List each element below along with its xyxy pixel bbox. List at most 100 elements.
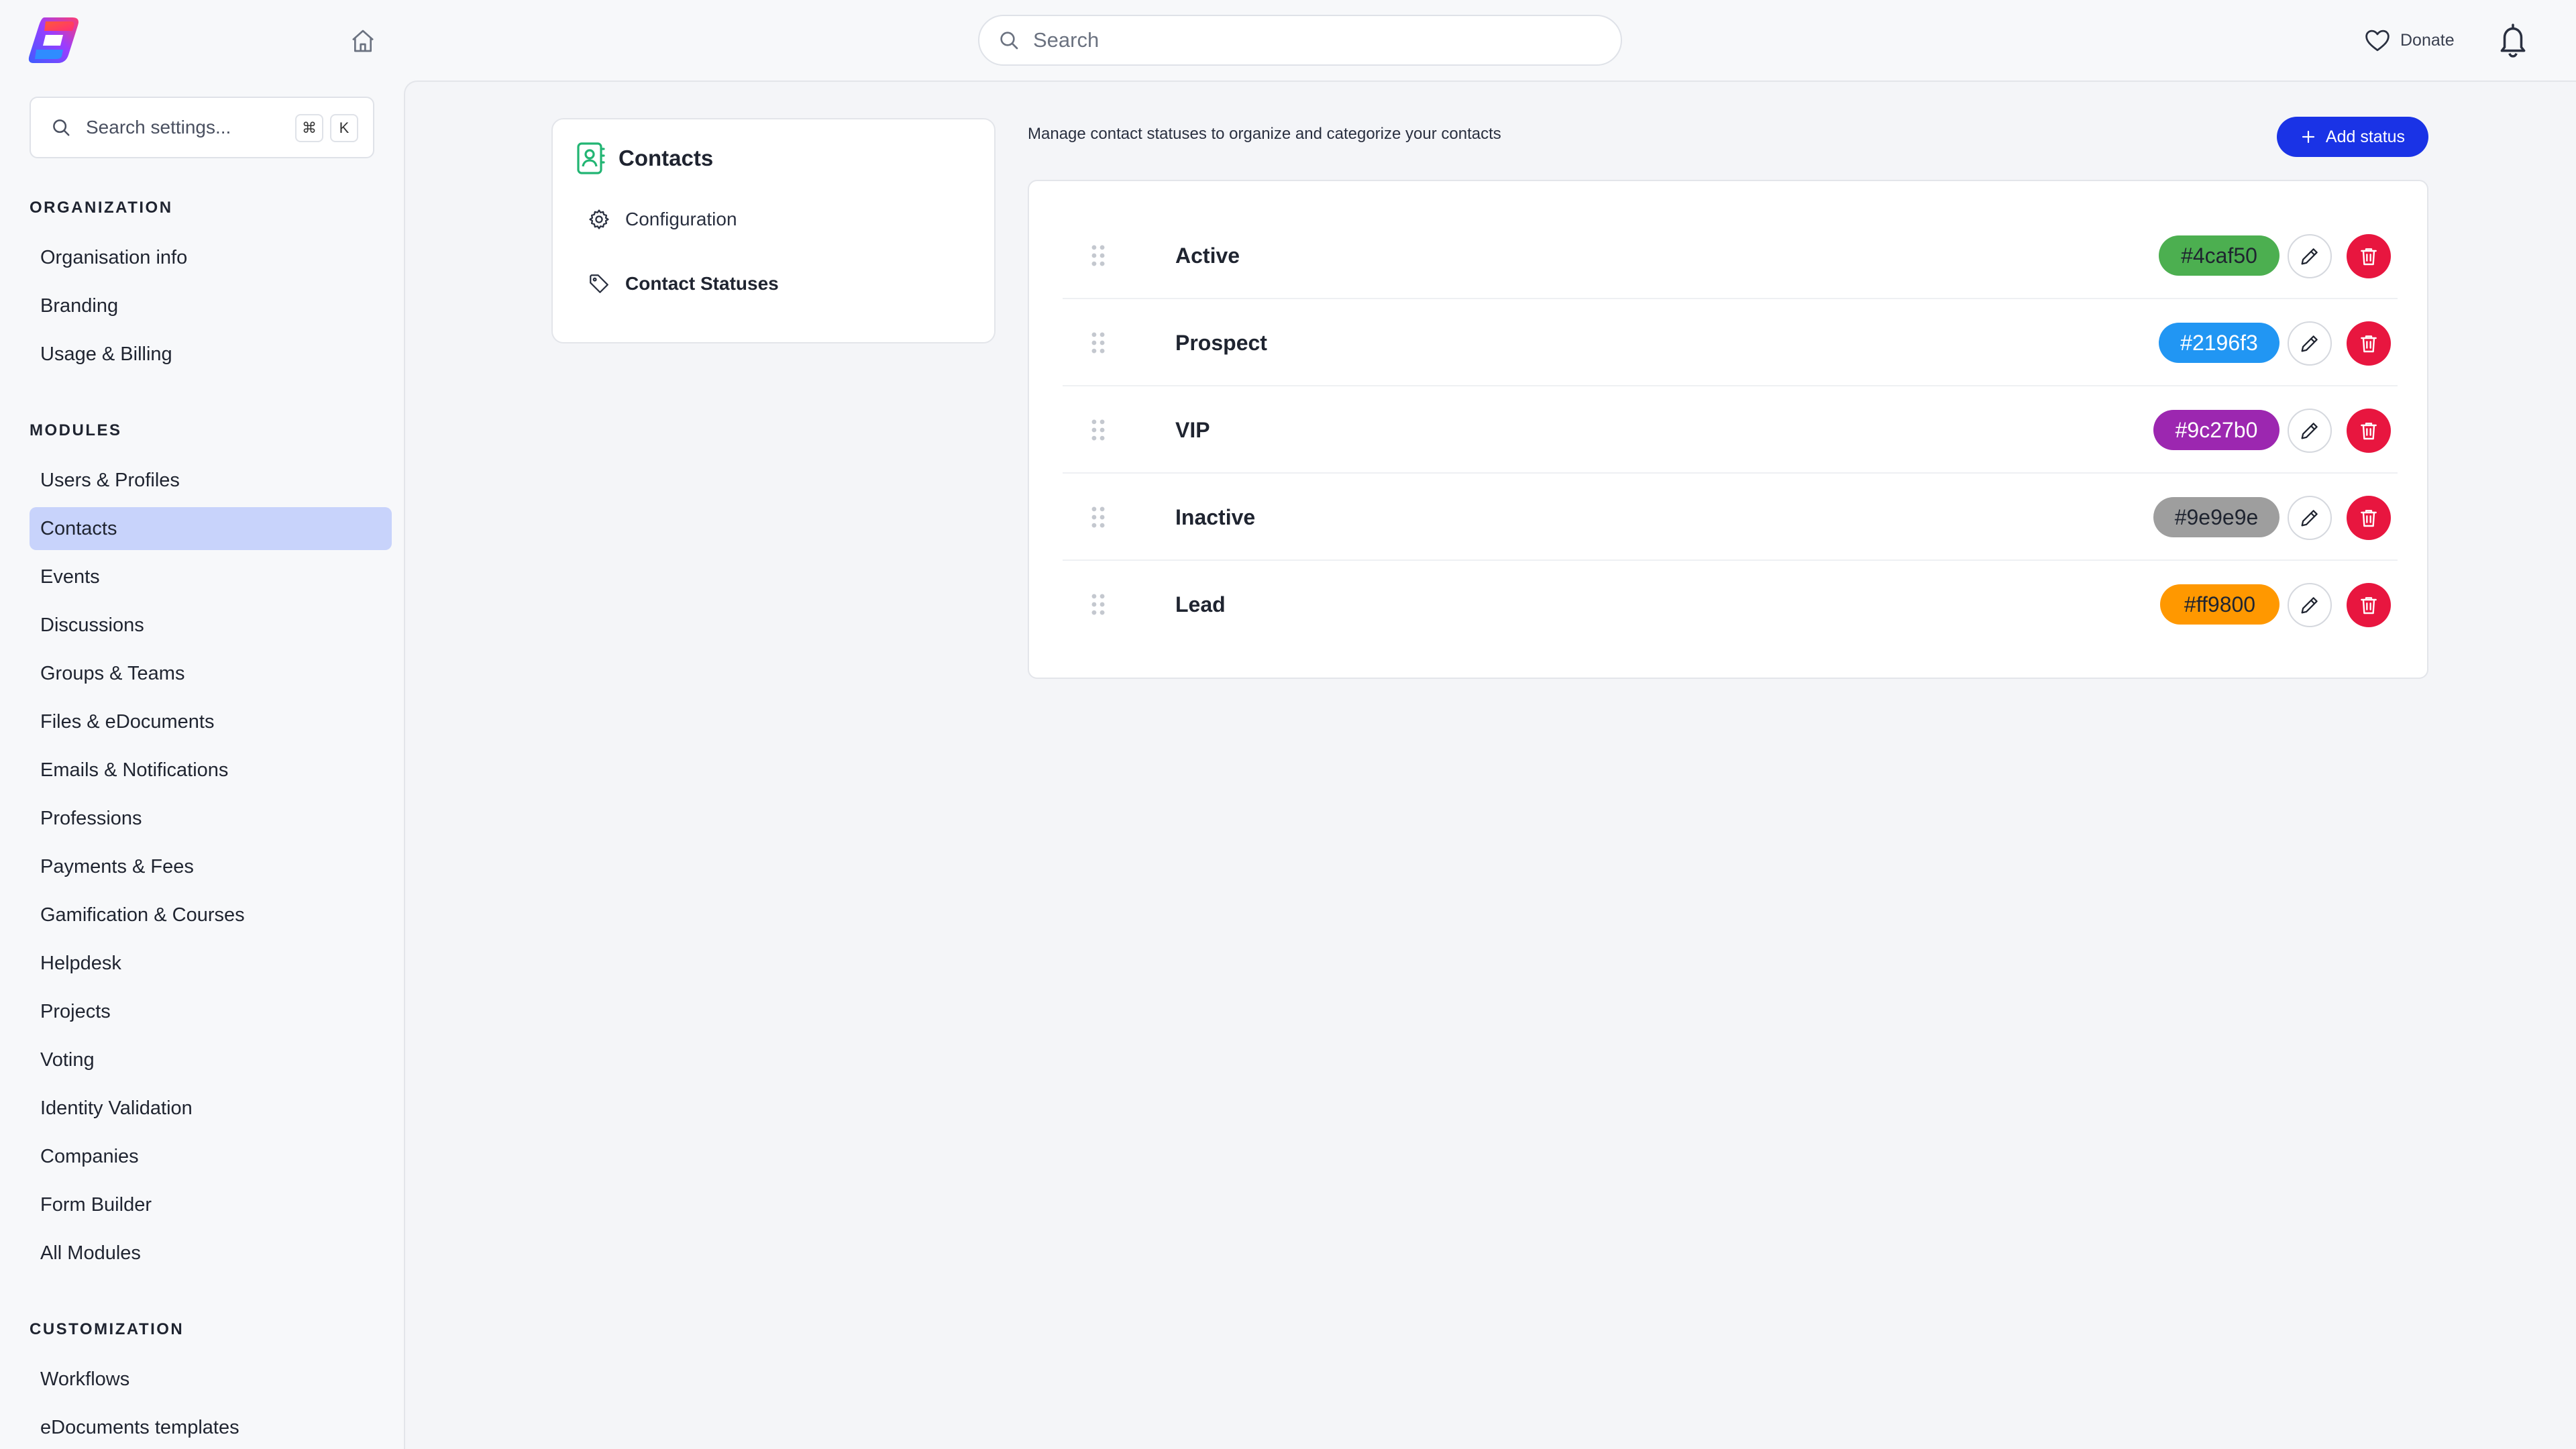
sidebar-item-edocuments-templates[interactable]: eDocuments templates	[30, 1406, 392, 1449]
sidebar-item-identity-validation[interactable]: Identity Validation	[30, 1087, 392, 1130]
subnav-item-label: Configuration	[625, 209, 737, 229]
home-button[interactable]	[346, 24, 380, 58]
bell-icon	[2500, 23, 2526, 58]
status-name: Inactive	[1175, 505, 1256, 529]
status-color-badge: #ff9800	[2160, 584, 2279, 625]
delete-status-button[interactable]	[2347, 496, 2391, 540]
page-description: Manage contact statuses to organize and …	[1028, 125, 1501, 143]
donate-label: Donate	[2400, 30, 2455, 50]
status-row: VIP #9c27b0	[1063, 386, 2398, 474]
heart-icon	[2365, 30, 2390, 52]
status-row: Lead #ff9800	[1063, 561, 2398, 648]
section-title-modules: MODULES	[30, 421, 122, 439]
trash-icon	[2361, 335, 2377, 353]
contacts-book-icon	[577, 142, 605, 174]
status-list-card: Active #4caf50 Prospect #2196f3 VIP #9c2…	[1028, 180, 2428, 679]
status-name: VIP	[1175, 418, 1210, 442]
drag-handle-icon[interactable]	[1089, 506, 1107, 529]
donate-button[interactable]: Donate	[2364, 24, 2455, 56]
settings-search-bar[interactable]: ⌘ K	[30, 97, 374, 158]
tag-icon	[590, 274, 608, 293]
sidebar-item-events[interactable]: Events	[30, 555, 392, 598]
drag-handle-icon[interactable]	[1089, 244, 1107, 267]
edit-status-button[interactable]	[2288, 409, 2332, 453]
status-name: Lead	[1175, 592, 1226, 616]
sidebar-item-contacts[interactable]: Contacts	[30, 507, 392, 550]
delete-status-button[interactable]	[2347, 234, 2391, 278]
subnav-item-label: Contact Statuses	[625, 273, 779, 294]
status-row: Active #4caf50	[1063, 212, 2398, 299]
status-color-badge: #4caf50	[2159, 235, 2279, 276]
status-name: Active	[1175, 244, 1240, 268]
status-name: Prospect	[1175, 331, 1267, 355]
drag-handle-icon[interactable]	[1089, 593, 1107, 616]
pencil-icon	[2301, 510, 2318, 527]
status-color-badge: #2196f3	[2159, 323, 2279, 363]
pencil-icon	[2301, 423, 2318, 439]
status-row: Inactive #9e9e9e	[1063, 474, 2398, 561]
app-logo-icon[interactable]	[25, 15, 82, 66]
pencil-icon	[2301, 597, 2318, 614]
trash-icon	[2361, 248, 2377, 266]
status-color-badge: #9c27b0	[2153, 410, 2279, 450]
edit-status-button[interactable]	[2288, 583, 2332, 627]
edit-status-button[interactable]	[2288, 234, 2332, 278]
edit-status-button[interactable]	[2288, 321, 2332, 366]
k-key: K	[330, 114, 358, 142]
top-bar: Donate	[0, 0, 2576, 80]
sidebar-item-gamification-courses[interactable]: Gamification & Courses	[30, 894, 392, 936]
subnav-header: Contacts	[574, 141, 713, 176]
subnav-title: Contacts	[619, 146, 714, 170]
keyboard-shortcut: ⌘ K	[295, 114, 358, 142]
add-status-button[interactable]: Add status	[2277, 117, 2428, 157]
add-status-label: Add status	[2325, 127, 2406, 146]
pencil-icon	[2301, 248, 2318, 265]
sidebar-item-discussions[interactable]: Discussions	[30, 604, 392, 647]
edit-status-button[interactable]	[2288, 496, 2332, 540]
status-color-badge: #9e9e9e	[2153, 497, 2279, 537]
sidebar-item-emails-notifications[interactable]: Emails & Notifications	[30, 749, 392, 792]
global-search-bar[interactable]	[978, 15, 1622, 66]
contacts-subnav-card: Contacts Configuration Contact Statuses	[551, 118, 996, 343]
settings-search-input[interactable]	[86, 117, 287, 138]
settings-sidebar: ⌘ K ORGANIZATION Organisation info Brand…	[0, 80, 404, 1449]
search-icon	[1000, 32, 1018, 50]
trash-icon	[2361, 510, 2377, 527]
drag-handle-icon[interactable]	[1089, 331, 1107, 354]
sidebar-item-helpdesk[interactable]: Helpdesk	[30, 942, 392, 985]
sidebar-item-usage-billing[interactable]: Usage & Billing	[30, 333, 392, 376]
sidebar-item-branding[interactable]: Branding	[30, 284, 392, 327]
sidebar-item-companies[interactable]: Companies	[30, 1135, 392, 1178]
gear-icon	[589, 209, 609, 229]
trash-icon	[2361, 423, 2377, 440]
status-row: Prospect #2196f3	[1063, 299, 2398, 386]
notifications-button[interactable]	[2494, 20, 2532, 60]
app-root: Donate ⌘ K ORGANIZATION Organisation inf	[0, 0, 2576, 1449]
section-title-customization: CUSTOMIZATION	[30, 1320, 184, 1338]
delete-status-button[interactable]	[2347, 409, 2391, 453]
trash-icon	[2361, 597, 2377, 614]
sidebar-item-professions[interactable]: Professions	[30, 797, 392, 840]
global-search-input[interactable]	[1033, 28, 1583, 52]
plus-icon	[2302, 130, 2315, 144]
delete-status-button[interactable]	[2347, 583, 2391, 627]
sidebar-item-organisation-info[interactable]: Organisation info	[30, 236, 392, 279]
search-icon	[53, 119, 70, 136]
sidebar-item-form-builder[interactable]: Form Builder	[30, 1183, 392, 1226]
home-icon	[352, 30, 374, 52]
drag-handle-icon[interactable]	[1089, 419, 1107, 441]
sidebar-item-groups-teams[interactable]: Groups & Teams	[30, 652, 392, 695]
section-title-organization: ORGANIZATION	[30, 199, 173, 217]
cmd-key: ⌘	[295, 114, 323, 142]
sidebar-item-all-modules[interactable]: All Modules	[30, 1232, 392, 1275]
sidebar-item-workflows[interactable]: Workflows	[30, 1358, 392, 1401]
sidebar-item-payments-fees[interactable]: Payments & Fees	[30, 845, 392, 888]
subnav-item-contact-statuses[interactable]: Contact Statuses	[588, 272, 779, 295]
sidebar-item-files-edocuments[interactable]: Files & eDocuments	[30, 700, 392, 743]
delete-status-button[interactable]	[2347, 321, 2391, 366]
sidebar-item-projects[interactable]: Projects	[30, 990, 392, 1033]
sidebar-item-users-profiles[interactable]: Users & Profiles	[30, 459, 392, 502]
subnav-item-configuration[interactable]: Configuration	[588, 208, 737, 231]
sidebar-item-voting[interactable]: Voting	[30, 1038, 392, 1081]
pencil-icon	[2301, 335, 2318, 352]
